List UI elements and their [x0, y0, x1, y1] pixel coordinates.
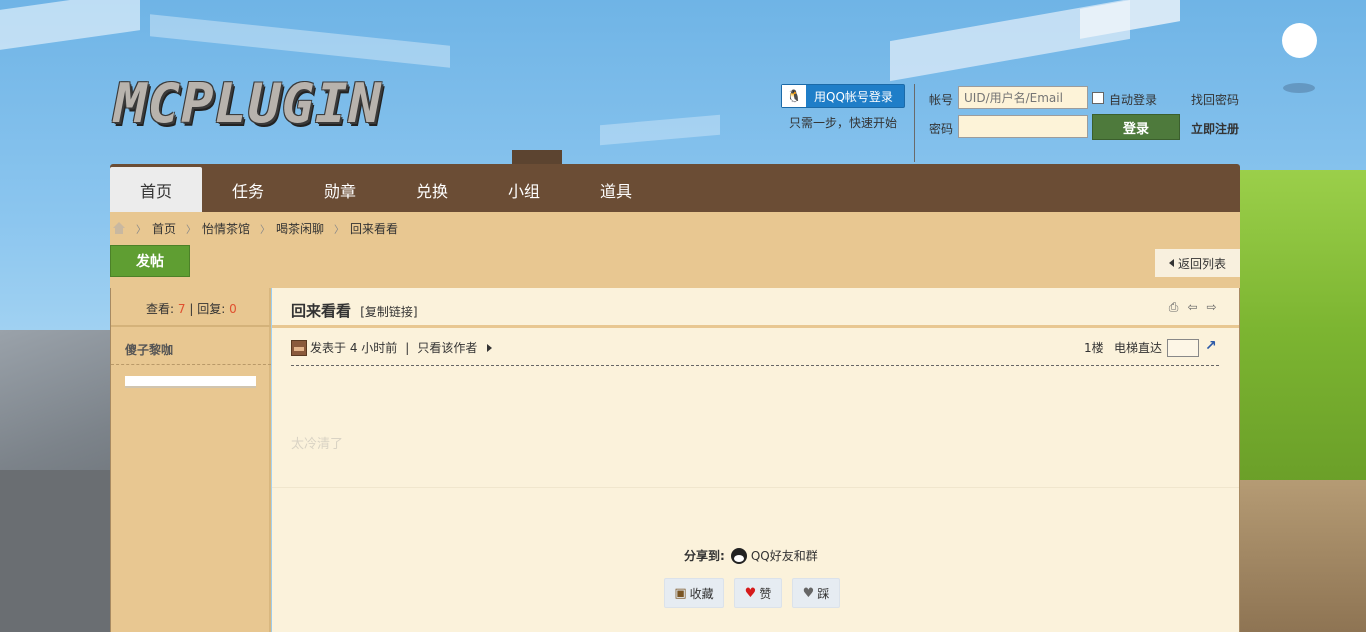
qq-login-label: 用QQ帐号登录 — [814, 89, 893, 104]
previous-thread-icon[interactable]: ⇦ — [1185, 300, 1200, 314]
nav-item-medals[interactable]: 勋章 — [294, 167, 386, 212]
elevator-input[interactable] — [1167, 339, 1199, 357]
chevron-right-icon: 〉 — [136, 224, 146, 236]
nav-item-exchange[interactable]: 兑换 — [386, 167, 478, 212]
like-button[interactable]: ♥ 赞 — [734, 578, 782, 608]
thread-stats: 查看: 7 | 回复: 0 — [146, 300, 237, 317]
chevron-right-icon: 〉 — [260, 224, 271, 236]
background-terrain — [1240, 170, 1366, 490]
background-cloud — [0, 0, 140, 50]
favorite-label: 收藏 — [689, 586, 714, 601]
password-label: 密码 — [929, 122, 954, 136]
nav-item-tasks[interactable]: 任务 — [202, 167, 294, 212]
share-label: 分享到: — [684, 549, 725, 563]
only-author-link[interactable]: 只看该作者 — [417, 339, 477, 356]
broken-heart-icon: ♥ — [802, 585, 815, 601]
login-button[interactable]: 登录 — [1092, 114, 1180, 140]
qq-login-button[interactable]: 🐧 用QQ帐号登录 — [781, 84, 905, 108]
thread-title-text: 回来看看 — [291, 302, 352, 320]
back-to-list-button[interactable]: 返回列表 — [1155, 249, 1240, 277]
qq-login-subtext: 只需一步，快速开始 — [789, 116, 898, 130]
print-icon[interactable]: ⎙ — [1166, 300, 1181, 314]
password-input[interactable] — [958, 115, 1088, 138]
favorite-button[interactable]: ▣ 收藏 — [664, 578, 724, 608]
meta-divider — [291, 365, 1219, 366]
background-cloud — [600, 114, 720, 146]
meta-separator: | — [405, 340, 410, 355]
floor-number[interactable]: 1楼 — [1084, 339, 1104, 356]
breadcrumb-thread[interactable]: 回来看看 — [350, 220, 398, 237]
breadcrumb: 〉 首页 〉 怡情茶馆 〉 喝茶闲聊 〉 回来看看 — [110, 212, 1240, 244]
nav-item-items[interactable]: 道具 — [570, 167, 662, 212]
avatar[interactable] — [125, 376, 256, 388]
post-meta: 发表于 4 小时前 | 只看该作者 — [291, 339, 493, 356]
main-nav: 首页 任务 勋章 兑换 小组 道具 — [110, 164, 1240, 212]
moon-shadow — [1283, 83, 1315, 93]
views-count: 7 — [177, 302, 186, 316]
back-to-list-label: 返回列表 — [1177, 256, 1226, 271]
remember-label[interactable]: 自动登录 — [1109, 91, 1157, 108]
caret-left-icon — [1168, 259, 1174, 267]
chevron-right-icon: 〉 — [334, 224, 345, 236]
elevator-label: 电梯直达 — [1114, 341, 1163, 355]
views-label: 查看: — [146, 302, 175, 316]
breadcrumb-home[interactable]: 首页 — [152, 220, 176, 237]
thread-toolbar — [110, 244, 1240, 288]
chest-icon: ▣ — [674, 585, 687, 601]
heart-icon: ♥ — [744, 585, 757, 601]
remember-checkbox[interactable] — [1092, 92, 1104, 104]
content-divider — [272, 487, 1239, 488]
moon-icon — [1282, 23, 1317, 58]
account-input[interactable] — [958, 86, 1088, 109]
author-column — [111, 288, 271, 632]
background-terrain — [0, 470, 110, 632]
home-icon[interactable] — [112, 222, 126, 234]
copy-link[interactable]: [复制链接] — [360, 305, 417, 319]
site-logo[interactable]: MCPLUGIN — [114, 74, 436, 134]
qq-penguin-icon: 🐧 — [782, 85, 806, 107]
caret-right-icon — [487, 343, 493, 352]
share-bar: 分享到: QQ好友和群 — [684, 547, 818, 564]
dislike-button[interactable]: ♥ 踩 — [792, 578, 840, 608]
like-label: 赞 — [759, 586, 772, 601]
background-cloud — [1080, 0, 1180, 39]
chevron-right-icon: 〉 — [186, 224, 197, 236]
background-cloud — [150, 14, 450, 68]
qq-icon[interactable] — [730, 547, 747, 564]
account-label: 帐号 — [929, 93, 954, 107]
new-post-button[interactable]: 发帖 — [110, 245, 190, 277]
background-terrain — [1240, 480, 1366, 632]
login-divider — [914, 84, 915, 162]
nav-item-groups[interactable]: 小组 — [478, 167, 570, 212]
next-thread-icon[interactable]: ⇨ — [1204, 300, 1219, 314]
share-qq-link[interactable]: QQ好友和群 — [751, 547, 818, 564]
replies-count: 0 — [229, 302, 237, 316]
breadcrumb-forum[interactable]: 怡情茶馆 — [202, 220, 250, 237]
post-time: 发表于 4 小时前 — [310, 341, 398, 355]
post-content: 太冷清了 — [291, 437, 344, 452]
breadcrumb-board[interactable]: 喝茶闲聊 — [276, 220, 324, 237]
title-divider — [272, 325, 1239, 328]
register-link[interactable]: 立即注册 — [1191, 120, 1239, 137]
nav-item-home[interactable]: 首页 — [110, 167, 202, 212]
dislike-label: 踩 — [817, 586, 830, 601]
author-name[interactable]: 傻子黎咖 — [125, 341, 173, 358]
author-divider — [111, 364, 271, 365]
go-arrow-icon[interactable]: ↗ — [1205, 338, 1217, 354]
replies-label: 回复: — [197, 302, 226, 316]
thread-title: 回来看看 [复制链接] — [291, 300, 418, 321]
stats-divider — [111, 325, 271, 327]
author-face-icon — [291, 339, 307, 356]
thread-actions: ⎙ ⇦ ⇨ — [1166, 300, 1219, 314]
find-password-link[interactable]: 找回密码 — [1191, 91, 1239, 108]
